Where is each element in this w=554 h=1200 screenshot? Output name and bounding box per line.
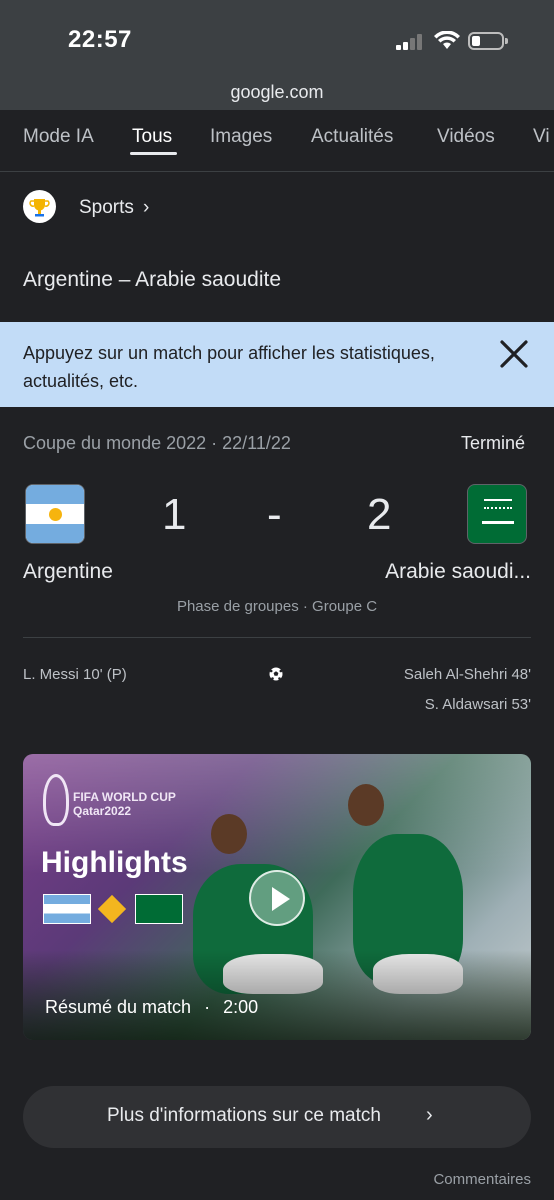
home-goal-scorer: L. Messi 10' (P) (23, 666, 127, 683)
away-goal-scorer: Saleh Al-Shehri 48' (403, 666, 531, 683)
battery-icon (468, 32, 508, 50)
away-team-name[interactable]: Arabie saoudi... (385, 560, 531, 584)
soccer-ball-icon (269, 667, 283, 681)
versus-icon (97, 894, 127, 924)
highlights-title: Highlights (41, 846, 188, 879)
home-team-name[interactable]: Argentine (23, 560, 113, 584)
match-phase: Phase de groupes · Groupe C (176, 598, 378, 615)
video-title: Résumé du match (45, 997, 192, 1017)
active-tab-indicator (130, 152, 177, 155)
feedback-link[interactable]: Commentaires (433, 1171, 531, 1188)
page-title: Argentine – Arabie saoudite (23, 268, 282, 291)
cellular-signal-icon (396, 34, 424, 50)
away-score: 2 (367, 490, 392, 539)
tab-images[interactable]: Images (210, 126, 272, 148)
more-info-button[interactable]: Plus d'informations sur ce match › (23, 1086, 531, 1148)
tab-videos[interactable]: Vidéos (437, 126, 495, 148)
clock: 22:57 (68, 26, 132, 53)
address-bar-url[interactable]: google.com (0, 82, 554, 103)
chevron-right-icon: › (426, 1104, 433, 1126)
close-icon[interactable] (496, 336, 532, 372)
world-cup-logo (43, 774, 69, 826)
tab-more[interactable]: Vi (533, 126, 550, 148)
tab-tous[interactable]: Tous (132, 126, 172, 148)
competition-date: Coupe du monde 2022 · 22/11/22 (23, 433, 291, 453)
divider (23, 637, 531, 638)
video-caption: Résumé du match · 2:00 (45, 997, 259, 1017)
video-duration: 2:00 (223, 997, 259, 1017)
away-goal-scorer: S. Aldawsari 53' (424, 696, 531, 713)
trophy-icon (23, 190, 56, 223)
chevron-right-icon: › (143, 197, 150, 218)
breadcrumb-label[interactable]: Sports (79, 197, 134, 219)
world-cup-brand: FIFA WORLD CUP Qatar2022 (73, 790, 176, 818)
score-dash: - (267, 490, 282, 539)
match-status: Terminé (460, 433, 525, 453)
battery-level (472, 36, 480, 46)
more-info-label: Plus d'informations sur ce match (107, 1105, 381, 1126)
info-banner[interactable]: Appuyez sur un match pour afficher les s… (0, 322, 554, 407)
saudi-arabia-flag-icon (135, 894, 183, 924)
breadcrumb[interactable]: Sports › (0, 173, 554, 241)
tab-actualites[interactable]: Actualités (311, 126, 393, 148)
tab-mode-ia[interactable]: Mode IA (23, 126, 94, 148)
highlights-video[interactable]: FIFA WORLD CUP Qatar2022 Highlights Résu… (23, 754, 531, 1040)
saudi-arabia-flag-icon (467, 484, 527, 544)
wifi-icon (434, 31, 460, 49)
argentina-flag-icon (25, 484, 85, 544)
home-score: 1 (162, 490, 187, 539)
argentina-flag-icon (43, 894, 91, 924)
info-banner-text: Appuyez sur un match pour afficher les s… (23, 343, 435, 391)
play-icon[interactable] (249, 870, 305, 926)
status-bar: 22:57 google.com (0, 0, 554, 110)
search-tabs: Mode IA Tous Images Actualités Vidéos Vi (0, 110, 554, 172)
